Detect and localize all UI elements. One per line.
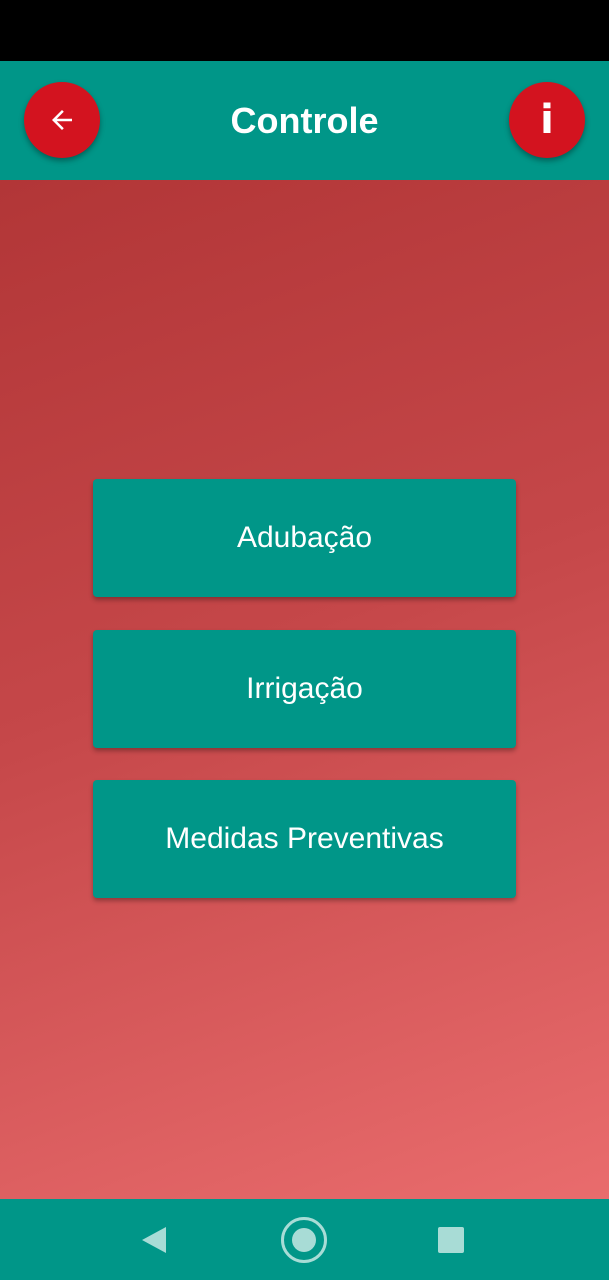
circle-home-icon[interactable]	[280, 1216, 328, 1264]
info-button[interactable]: i	[509, 82, 585, 158]
irrigacao-button[interactable]: Irrigação	[93, 630, 516, 748]
adubacao-button[interactable]: Adubação	[93, 479, 516, 597]
status-bar	[0, 0, 609, 61]
triangle-back-icon[interactable]	[140, 1225, 168, 1255]
back-button[interactable]	[24, 82, 100, 158]
medidas-preventivas-button[interactable]: Medidas Preventivas	[93, 780, 516, 898]
app-bar: Controle i	[0, 61, 609, 180]
main-content: Adubação Irrigação Medidas Preventivas	[0, 180, 609, 1199]
info-icon: i	[540, 97, 554, 143]
square-recents-icon[interactable]	[438, 1227, 464, 1253]
system-navigation-bar	[0, 1199, 609, 1280]
arrow-left-icon	[52, 110, 72, 130]
